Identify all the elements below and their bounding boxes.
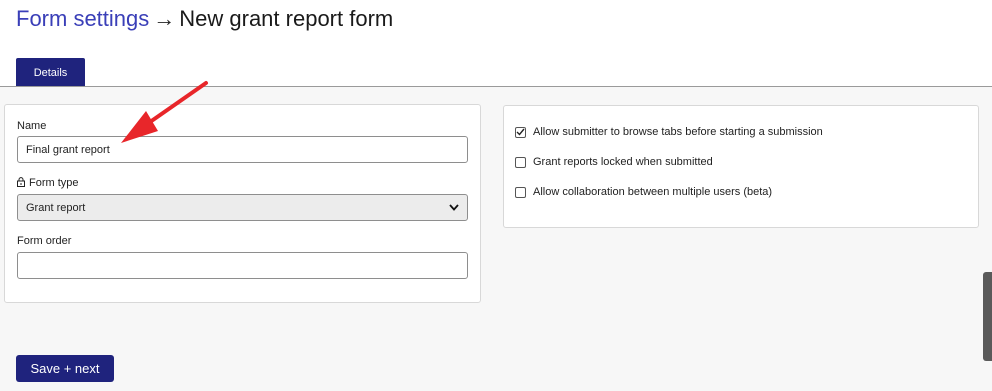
- collaboration-label: Allow collaboration between multiple use…: [533, 186, 773, 198]
- name-input-value: Final grant report: [26, 143, 110, 156]
- option-browse-tabs[interactable]: Allow submitter to browse tabs before st…: [515, 126, 823, 138]
- form-order-input[interactable]: [17, 252, 468, 279]
- breadcrumb-link-form-settings[interactable]: Form settings: [16, 6, 149, 31]
- save-next-button[interactable]: Save + next: [16, 355, 114, 382]
- option-collaboration[interactable]: Allow collaboration between multiple use…: [515, 186, 772, 198]
- tab-details[interactable]: Details: [16, 58, 85, 87]
- locked-when-submitted-checkbox[interactable]: [515, 156, 526, 168]
- browse-tabs-checkbox[interactable]: [515, 126, 526, 138]
- locked-when-submitted-label: Grant reports locked when submitted: [533, 156, 713, 168]
- form-details-panel: Name Final grant report Form type Grant …: [4, 104, 481, 303]
- breadcrumb: Form settings → New grant report form: [16, 6, 393, 32]
- option-locked-when-submitted[interactable]: Grant reports locked when submitted: [515, 156, 713, 168]
- page-title: New grant report form: [179, 6, 394, 31]
- browse-tabs-label: Allow submitter to browse tabs before st…: [533, 126, 823, 138]
- breadcrumb-arrow-icon: →: [153, 6, 176, 31]
- page-header: Form settings → New grant report form Deta…: [0, 0, 992, 87]
- name-label: Name: [17, 120, 47, 132]
- name-input[interactable]: Final grant report: [17, 136, 468, 163]
- lock-icon: [17, 177, 25, 190]
- chevron-down-icon: [449, 202, 459, 214]
- form-type-label-text: Form type: [29, 177, 79, 189]
- form-order-label: Form order: [17, 235, 72, 247]
- collaboration-checkbox[interactable]: [515, 186, 526, 198]
- form-type-select[interactable]: Grant report: [17, 194, 468, 221]
- tabs-divider: [0, 86, 992, 87]
- form-options-panel: Allow submitter to browse tabs before st…: [503, 105, 979, 228]
- form-type-selected-value: Grant report: [26, 201, 86, 214]
- form-type-label: Form type: [17, 177, 79, 190]
- side-scroll-handle[interactable]: [983, 272, 992, 361]
